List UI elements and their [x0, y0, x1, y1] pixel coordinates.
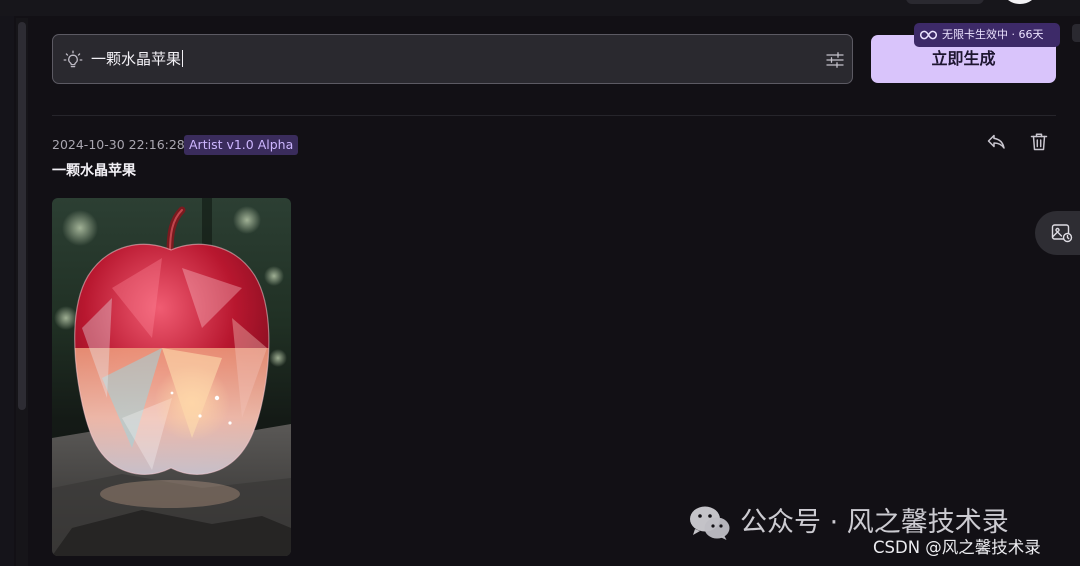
side-image-tool[interactable] — [1035, 211, 1080, 255]
wechat-icon — [690, 506, 730, 540]
crystal-apple-image — [52, 198, 291, 556]
sliders-icon[interactable] — [825, 50, 845, 70]
reply-icon[interactable] — [986, 132, 1007, 152]
text-caret — [182, 50, 184, 67]
prompt-value: 一颗水晶苹果 — [91, 50, 182, 68]
model-tag: Artist v1.0 Alpha — [184, 135, 299, 155]
membership-badge: 无限卡生效中 · 66天 — [914, 23, 1060, 47]
section-divider — [52, 115, 1056, 116]
image-gallery-icon — [1051, 224, 1073, 243]
record-timestamp: 2024-10-30 22:16:28 — [52, 137, 185, 152]
left-sidebar — [0, 16, 14, 566]
lightbulb-icon — [63, 50, 83, 68]
scrollbar-thumb[interactable] — [18, 22, 26, 410]
prompt-input[interactable]: 一颗水晶苹果 — [52, 34, 853, 84]
top-right-control[interactable] — [1072, 24, 1080, 42]
record-prompt-title: 一颗水晶苹果 — [52, 163, 136, 179]
membership-badge-text: 无限卡生效中 · 66天 — [942, 28, 1044, 41]
csdn-watermark: CSDN @风之馨技术录 — [873, 538, 1041, 557]
generate-button-label: 立即生成 — [931, 51, 996, 68]
top-menu-button[interactable] — [906, 0, 984, 4]
generated-image[interactable] — [52, 198, 291, 556]
wechat-watermark: 公众号 · 风之馨技术录 — [740, 507, 1009, 538]
trash-icon[interactable] — [1030, 132, 1048, 152]
prompt-text[interactable]: 一颗水晶苹果 — [91, 49, 184, 69]
infinity-icon — [920, 30, 937, 40]
app-page: 一颗水晶苹果 立即生成 无限卡生效中 · 66天 2024-10-30 22:1… — [0, 0, 1080, 566]
